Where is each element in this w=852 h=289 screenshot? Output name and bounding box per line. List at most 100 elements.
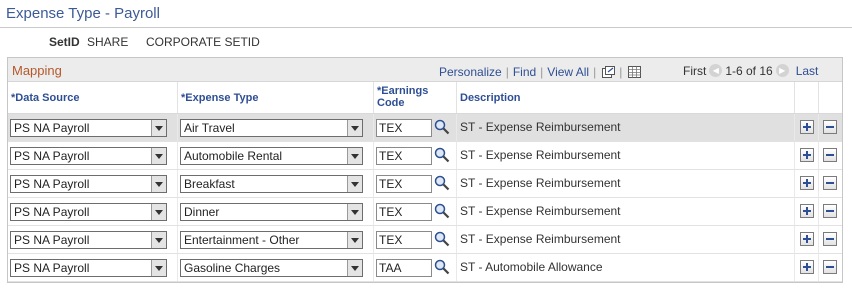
- grid-header-row: *Data Source *Expense Type *Earnings Cod…: [8, 82, 842, 114]
- lookup-magnifier-icon[interactable]: [434, 203, 450, 219]
- lookup-magnifier-icon[interactable]: [434, 119, 450, 135]
- table-row: PS NA Payroll Entertainment - Other TEX …: [8, 226, 842, 254]
- grid-nav-links: Personalize | Find | View All | |: [439, 65, 642, 79]
- expense-type-value: Gasoline Charges: [184, 261, 281, 275]
- expense-type-select[interactable]: Dinner: [180, 203, 363, 221]
- header-earnings-code-line1: *Earnings: [377, 85, 429, 97]
- table-row: PS NA Payroll Gasoline Charges TAA ST - …: [8, 254, 842, 282]
- lookup-magnifier-icon[interactable]: [434, 175, 450, 191]
- delete-row-button[interactable]: [823, 148, 837, 162]
- data-source-value: PS NA Payroll: [14, 261, 90, 275]
- page-title: Expense Type - Payroll: [6, 5, 160, 22]
- expense-type-value: Dinner: [184, 205, 220, 219]
- previous-arrow-icon[interactable]: ◀: [709, 64, 723, 78]
- expense-type-value: Entertainment - Other: [184, 233, 300, 247]
- dropdown-arrow-icon[interactable]: [347, 176, 362, 192]
- expense-type-select[interactable]: Automobile Rental: [180, 147, 363, 165]
- grid-title: Mapping: [12, 63, 62, 78]
- dropdown-arrow-icon[interactable]: [151, 176, 166, 192]
- nav-separator: |: [540, 65, 544, 79]
- description-text: ST - Expense Reimbursement: [460, 232, 621, 246]
- data-source-select[interactable]: PS NA Payroll: [10, 259, 167, 277]
- first-label[interactable]: First: [683, 64, 706, 78]
- last-link[interactable]: Last: [796, 64, 819, 78]
- dropdown-arrow-icon[interactable]: [151, 260, 166, 276]
- delete-row-button[interactable]: [823, 204, 837, 218]
- earnings-code-input[interactable]: TAA: [376, 259, 432, 277]
- expense-type-value: Breakfast: [184, 177, 235, 191]
- dropdown-arrow-icon[interactable]: [347, 260, 362, 276]
- data-source-value: PS NA Payroll: [14, 233, 90, 247]
- nav-separator: |: [505, 65, 509, 79]
- spreadsheet-icon[interactable]: [628, 65, 642, 78]
- add-row-button[interactable]: [800, 232, 814, 246]
- lookup-magnifier-icon[interactable]: [434, 147, 450, 163]
- description-text: ST - Expense Reimbursement: [460, 176, 621, 190]
- table-row: PS NA Payroll Air Travel TEX ST - Expens…: [8, 114, 842, 142]
- dropdown-arrow-icon[interactable]: [151, 148, 166, 164]
- data-source-value: PS NA Payroll: [14, 177, 90, 191]
- dropdown-arrow-icon[interactable]: [151, 204, 166, 220]
- setid-label: SetID: [49, 35, 80, 49]
- data-source-value: PS NA Payroll: [14, 121, 90, 135]
- data-source-value: PS NA Payroll: [14, 149, 90, 163]
- data-source-select[interactable]: PS NA Payroll: [10, 147, 167, 165]
- data-source-select[interactable]: PS NA Payroll: [10, 175, 167, 193]
- earnings-code-input[interactable]: TEX: [376, 119, 432, 137]
- header-description: Description: [457, 82, 795, 113]
- table-row: PS NA Payroll Automobile Rental TEX ST -…: [8, 142, 842, 170]
- description-text: ST - Automobile Allowance: [460, 260, 603, 274]
- dropdown-arrow-icon[interactable]: [347, 204, 362, 220]
- next-arrow-icon[interactable]: ▶: [775, 64, 789, 78]
- title-divider: [0, 27, 852, 28]
- expense-type-value: Automobile Rental: [184, 149, 283, 163]
- add-row-button[interactable]: [800, 148, 814, 162]
- table-row: PS NA Payroll Breakfast TEX ST - Expense…: [8, 170, 842, 198]
- data-source-select[interactable]: PS NA Payroll: [10, 119, 167, 137]
- setid-description: CORPORATE SETID: [146, 35, 260, 49]
- expense-type-select[interactable]: Breakfast: [180, 175, 363, 193]
- add-row-button[interactable]: [800, 176, 814, 190]
- header-earnings-code: *Earnings Code: [374, 82, 457, 113]
- view-all-link[interactable]: View All: [547, 65, 589, 79]
- data-source-select[interactable]: PS NA Payroll: [10, 231, 167, 249]
- personalize-link[interactable]: Personalize: [439, 65, 502, 79]
- grid-pager: First ◀ 1-6 of 16 ▶ Last: [683, 64, 818, 78]
- description-text: ST - Expense Reimbursement: [460, 204, 621, 218]
- expense-type-select[interactable]: Gasoline Charges: [180, 259, 363, 277]
- delete-row-button[interactable]: [823, 120, 837, 134]
- find-link[interactable]: Find: [513, 65, 536, 79]
- header-delete: [819, 82, 842, 113]
- add-row-button[interactable]: [800, 120, 814, 134]
- header-add: [795, 82, 819, 113]
- mapping-grid: Mapping Personalize | Find | View All | | Fir…: [7, 57, 843, 283]
- add-row-button[interactable]: [800, 204, 814, 218]
- header-earnings-code-line2: Code: [377, 97, 405, 109]
- new-window-icon[interactable]: [602, 65, 616, 78]
- data-source-select[interactable]: PS NA Payroll: [10, 203, 167, 221]
- lookup-magnifier-icon[interactable]: [434, 259, 450, 275]
- expense-type-select[interactable]: Entertainment - Other: [180, 231, 363, 249]
- earnings-code-input[interactable]: TEX: [376, 231, 432, 249]
- earnings-code-input[interactable]: TEX: [376, 203, 432, 221]
- expense-type-select[interactable]: Air Travel: [180, 119, 363, 137]
- add-row-button[interactable]: [800, 260, 814, 274]
- delete-row-button[interactable]: [823, 260, 837, 274]
- row-range: 1-6 of 16: [725, 64, 773, 78]
- nav-separator: |: [593, 65, 597, 79]
- dropdown-arrow-icon[interactable]: [347, 148, 362, 164]
- header-data-source: *Data Source: [8, 82, 178, 113]
- delete-row-button[interactable]: [823, 176, 837, 190]
- earnings-code-input[interactable]: TEX: [376, 147, 432, 165]
- lookup-magnifier-icon[interactable]: [434, 231, 450, 247]
- dropdown-arrow-icon[interactable]: [347, 232, 362, 248]
- dropdown-arrow-icon[interactable]: [151, 232, 166, 248]
- expense-type-value: Air Travel: [184, 121, 235, 135]
- delete-row-button[interactable]: [823, 232, 837, 246]
- grid-navigation-bar: Mapping Personalize | Find | View All | | Fir…: [8, 58, 842, 82]
- setid-value: SHARE: [87, 35, 129, 49]
- earnings-code-input[interactable]: TEX: [376, 175, 432, 193]
- data-source-value: PS NA Payroll: [14, 205, 90, 219]
- dropdown-arrow-icon[interactable]: [151, 120, 166, 136]
- dropdown-arrow-icon[interactable]: [347, 120, 362, 136]
